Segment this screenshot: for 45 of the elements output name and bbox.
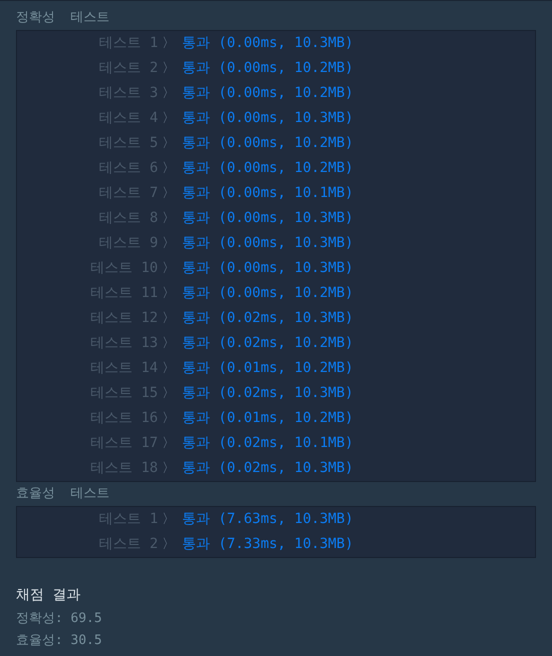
test-result: 통과 (0.00ms, 10.2MB) — [182, 84, 354, 103]
separator-icon: 〉 — [162, 308, 182, 328]
test-result: 통과 (0.00ms, 10.1MB) — [182, 184, 354, 203]
test-result: 통과 (0.00ms, 10.2MB) — [182, 134, 354, 153]
separator-icon: 〉 — [162, 258, 182, 278]
test-result: 통과 (0.00ms, 10.3MB) — [182, 234, 354, 253]
score-text: 정확성: 69.5 — [16, 610, 102, 628]
separator-icon: 〉 — [162, 134, 182, 154]
separator-icon: 〉 — [162, 458, 182, 478]
separator-icon: 〉 — [162, 434, 182, 454]
summary-title: 채점 결과 — [16, 586, 80, 605]
separator-icon: 〉 — [162, 284, 182, 304]
separator-icon: 〉 — [162, 58, 182, 78]
test-result: 통과 (0.01ms, 10.2MB) — [182, 409, 354, 428]
test-result: 통과 (7.63ms, 10.3MB) — [182, 510, 354, 529]
test-result: 통과 (0.00ms, 10.3MB) — [182, 34, 354, 53]
separator-icon: 〉 — [162, 358, 182, 378]
test-result: 통과 (7.33ms, 10.3MB) — [182, 535, 354, 554]
section-title: 효율성 테스트 — [15, 485, 111, 503]
separator-icon: 〉 — [162, 234, 182, 254]
separator-icon: 〉 — [162, 408, 182, 428]
section-title: 정확성 테스트 — [15, 9, 111, 27]
test-result: 통과 (0.00ms, 10.3MB) — [182, 259, 354, 278]
separator-icon: 〉 — [162, 510, 182, 530]
test-result: 통과 (0.02ms, 10.3MB) — [182, 309, 354, 328]
separator-icon: 〉 — [162, 184, 182, 204]
separator-icon: 〉 — [162, 108, 182, 128]
separator-icon: 〉 — [162, 34, 182, 54]
test-result: 통과 (0.00ms, 10.2MB) — [182, 59, 354, 78]
test-result: 통과 (0.00ms, 10.3MB) — [182, 209, 354, 228]
test-result: 통과 (0.02ms, 10.3MB) — [182, 384, 354, 403]
test-result: 통과 (0.02ms, 10.1MB) — [182, 434, 354, 453]
separator-icon: 〉 — [162, 334, 182, 354]
test-result: 통과 (0.02ms, 10.3MB) — [182, 459, 354, 478]
separator-icon: 〉 — [162, 84, 182, 104]
test-result: 통과 (0.00ms, 10.2MB) — [182, 159, 354, 178]
separator-icon: 〉 — [162, 384, 182, 404]
test-result: 통과 (0.02ms, 10.2MB) — [182, 334, 354, 353]
test-result: 통과 (0.01ms, 10.2MB) — [182, 359, 354, 378]
separator-icon: 〉 — [162, 534, 182, 554]
separator-icon: 〉 — [162, 158, 182, 178]
test-result: 통과 (0.00ms, 10.3MB) — [182, 109, 354, 128]
separator-icon: 〉 — [162, 208, 182, 228]
score-text: 효율성: 30.5 — [16, 632, 102, 650]
test-result: 통과 (0.00ms, 10.2MB) — [182, 284, 354, 303]
